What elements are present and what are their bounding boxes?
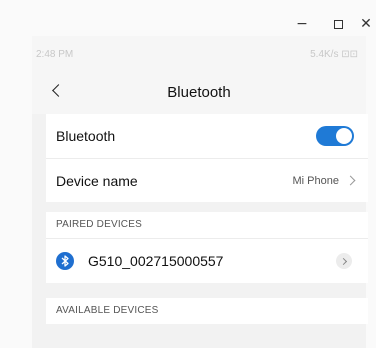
bluetooth-rune-icon xyxy=(61,255,69,267)
device-name-label: Device name xyxy=(56,172,138,189)
nav-bar: Bluetooth xyxy=(32,72,366,114)
maximize-icon xyxy=(333,19,343,29)
minimize-button[interactable]: − xyxy=(284,14,320,34)
bluetooth-icon xyxy=(56,252,74,270)
paired-device-detail-container xyxy=(336,253,358,269)
paired-devices-header: PAIRED DEVICES xyxy=(46,212,368,239)
bluetooth-label: Bluetooth xyxy=(56,128,116,144)
bluetooth-toggle[interactable] xyxy=(316,126,354,146)
available-devices-card: AVAILABLE DEVICES xyxy=(46,298,368,324)
settings-card: Bluetooth Device name Mi Phone xyxy=(46,114,368,202)
app-window: − ✕ 2:48 PM 5.4K/s ⊡⊡ Bluetooth Bluetoot… xyxy=(0,0,376,348)
paired-devices-card: PAIRED DEVICES G510_002715000557 xyxy=(46,212,368,283)
device-details-icon[interactable] xyxy=(336,253,352,269)
paired-device-row[interactable]: G510_002715000557 xyxy=(46,239,368,283)
chevron-right-icon xyxy=(345,175,356,186)
paired-device-name: G510_002715000557 xyxy=(88,253,224,269)
close-icon: ✕ xyxy=(360,16,372,32)
toggle-knob xyxy=(336,128,352,144)
window-controls: − ✕ xyxy=(284,14,376,34)
status-bar: 2:48 PM 5.4K/s ⊡⊡ xyxy=(32,36,366,72)
chevron-right-small-icon xyxy=(339,257,347,265)
device-name-row[interactable]: Device name Mi Phone xyxy=(46,158,368,202)
minimize-icon: − xyxy=(296,16,308,32)
close-button[interactable]: ✕ xyxy=(356,14,376,34)
status-time: 2:48 PM xyxy=(36,48,74,60)
phone-screen: 2:48 PM 5.4K/s ⊡⊡ Bluetooth Bluetooth De… xyxy=(32,36,368,348)
page-title: Bluetooth xyxy=(167,84,231,101)
status-indicators: 5.4K/s ⊡⊡ xyxy=(310,48,358,60)
available-devices-header: AVAILABLE DEVICES xyxy=(56,305,159,316)
device-name-value: Mi Phone xyxy=(292,174,339,187)
bluetooth-toggle-row[interactable]: Bluetooth xyxy=(46,114,368,158)
bluetooth-toggle-container xyxy=(316,126,358,146)
device-name-value-container: Mi Phone xyxy=(293,175,358,187)
maximize-button[interactable] xyxy=(320,14,356,34)
